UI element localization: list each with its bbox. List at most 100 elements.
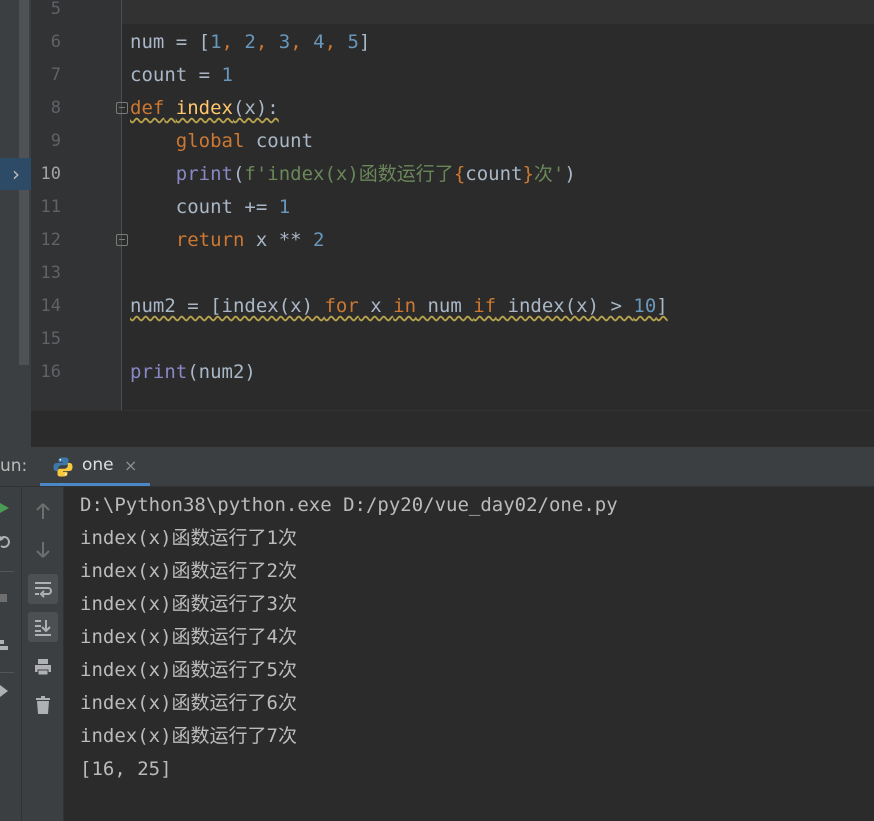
code-line-7: count = 1 <box>130 59 233 92</box>
line-number: 11 <box>40 197 61 217</box>
run-tab-one[interactable]: one × <box>40 447 150 486</box>
code-line-10: print(f'index(x)函数运行了{count}次') <box>130 158 576 191</box>
run-tool-window-header: un: one × <box>0 447 874 487</box>
code-keyword: in <box>393 295 417 317</box>
run-icon[interactable] <box>0 502 12 514</box>
line-number: 14 <box>40 296 61 316</box>
code-string: 次' <box>533 163 565 185</box>
code-line-8: def index(x): <box>130 92 279 125</box>
clear-button[interactable] <box>28 690 58 720</box>
code-number: 5 <box>347 31 359 53</box>
code-number: 2 <box>313 229 325 251</box>
editor-left-strip: › <box>0 0 31 447</box>
code-number: 2 <box>244 31 256 53</box>
run-label: un: <box>0 456 28 476</box>
code-token: , <box>221 31 245 53</box>
code-builtin: print <box>175 163 233 185</box>
code-keyword: global <box>175 130 245 152</box>
code-token: count += <box>175 196 279 218</box>
line-5-background <box>31 0 874 24</box>
code-keyword: if <box>473 295 497 317</box>
code-line-6: num = [1, 2, 3, 4, 5] <box>130 26 370 59</box>
scroll-to-end-icon <box>35 620 51 636</box>
code-token: x <box>358 295 394 317</box>
line-number: 9 <box>50 131 61 151</box>
code-token: count <box>465 163 523 185</box>
code-line-12: return x ** 2 <box>130 224 325 257</box>
run-marker[interactable]: › <box>0 158 31 190</box>
arrow-down-icon <box>36 542 50 558</box>
fold-guide <box>121 0 122 410</box>
print-button[interactable] <box>28 652 58 682</box>
console-line: index(x)函数运行了7次 <box>80 725 297 747</box>
code-number: 4 <box>313 31 325 53</box>
close-icon[interactable]: × <box>124 456 137 475</box>
fold-icon[interactable] <box>116 102 128 114</box>
code-brace: { <box>453 163 466 185</box>
scroll-to-end-button[interactable] <box>28 612 58 642</box>
console-line: index(x)函数运行了5次 <box>80 659 297 681</box>
fold-icon[interactable] <box>116 234 128 246</box>
code-token: ] <box>358 31 371 53</box>
console-line: index(x)函数运行了2次 <box>80 560 297 582</box>
code-number: 1 <box>221 64 233 86</box>
code-number: 3 <box>278 31 291 53</box>
trash-icon <box>36 696 50 714</box>
code-keyword: def <box>130 97 165 119</box>
line-number: 8 <box>50 98 61 118</box>
code-token: x ** <box>244 229 314 251</box>
code-number: 1 <box>278 196 291 218</box>
code-line-11: count += 1 <box>130 191 290 224</box>
line-number: 16 <box>40 362 61 382</box>
separator <box>0 571 14 572</box>
code-function: index <box>175 97 233 119</box>
console-line: [16, 25] <box>80 758 172 780</box>
code-string: f'index(x)函数运行了 <box>244 163 454 185</box>
line-number: 12 <box>40 230 61 250</box>
line-number-current: 10 <box>40 164 61 184</box>
code-token: ( <box>232 163 245 185</box>
console-line: index(x)函数运行了6次 <box>80 692 297 714</box>
soft-wrap-icon <box>35 582 52 598</box>
line-number: 5 <box>50 0 61 19</box>
code-keyword: return <box>175 229 245 251</box>
console-toolbar <box>22 487 64 821</box>
stop-icon[interactable] <box>0 592 12 604</box>
code-brace: } <box>522 163 534 185</box>
code-token: num <box>416 295 474 317</box>
console-line: index(x)函数运行了1次 <box>80 527 297 549</box>
code-token: , <box>324 31 348 53</box>
arrow-up-icon <box>36 503 50 519</box>
print-icon <box>35 659 51 676</box>
code-builtin: print <box>130 361 188 383</box>
rerun-icon[interactable] <box>0 536 12 548</box>
code-token: (num2) <box>187 361 256 383</box>
code-token: , <box>290 31 314 53</box>
code-token: count <box>244 130 314 152</box>
run-actions-bar <box>0 487 22 821</box>
run-tab-label: one <box>82 455 114 475</box>
separator <box>0 672 14 673</box>
console-line: D:\Python38\python.exe D:/py20/vue_day02… <box>80 494 618 516</box>
code-token: , <box>255 31 279 53</box>
editor-bottom-spacer <box>31 410 874 448</box>
pin-icon[interactable] <box>0 685 12 697</box>
console-output[interactable]: D:\Python38\python.exe D:/py20/vue_day02… <box>64 487 874 821</box>
python-icon <box>53 457 73 477</box>
code-token: ) <box>564 163 576 185</box>
arrow-up-button[interactable] <box>28 496 58 526</box>
line-number: 6 <box>50 32 61 52</box>
soft-wrap-button[interactable] <box>28 574 58 604</box>
line-number: 7 <box>50 65 61 85</box>
chevron-right-icon: › <box>12 162 20 186</box>
arrow-down-button[interactable] <box>28 535 58 565</box>
code-token: (x): <box>232 97 279 119</box>
layout-icon[interactable] <box>0 640 12 652</box>
code-token: num = [ <box>130 31 211 53</box>
code-token: ] <box>656 295 668 317</box>
code-line-14: num2 = [index(x) for x in num if index(x… <box>130 290 668 323</box>
code-line-16: print(num2) <box>130 356 256 389</box>
